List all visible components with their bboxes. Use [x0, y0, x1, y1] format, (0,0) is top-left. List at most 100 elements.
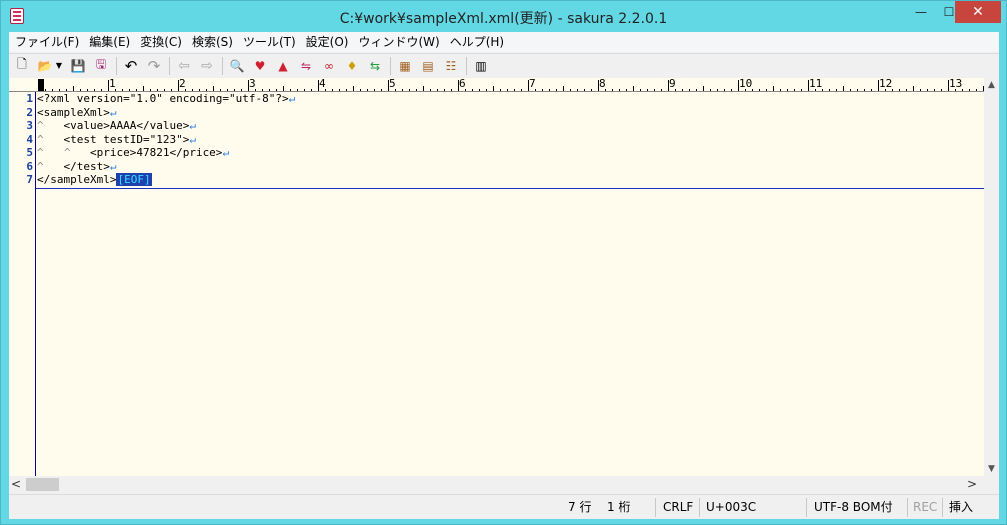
- line-number: 1: [26, 92, 33, 105]
- tab-mark: ^: [64, 146, 71, 159]
- line-number: 7: [26, 173, 33, 186]
- scroll-up-icon[interactable]: ▲: [984, 80, 999, 90]
- bookmark-icon[interactable]: ∞: [319, 56, 339, 76]
- toolbar-separator: [390, 56, 391, 75]
- code-line[interactable]: </sampleXml>[EOF]: [37, 173, 152, 187]
- status-eol[interactable]: CRLF: [663, 495, 693, 519]
- newline-mark: ↵: [189, 119, 196, 132]
- code-text: </sampleXml>: [37, 173, 117, 186]
- app-window: C:¥work¥sampleXml.xml(更新) - sakura 2.2.0…: [0, 0, 1007, 525]
- close-button[interactable]: ✕: [955, 1, 1001, 23]
- cursor-underline: [36, 188, 984, 189]
- menu-window[interactable]: ウィンドウ(W): [354, 32, 445, 52]
- list-icon[interactable]: ▥: [471, 56, 491, 76]
- ruler-label: 6: [459, 78, 466, 90]
- code-line[interactable]: <sampleXml>↵: [37, 106, 116, 120]
- status-encoding[interactable]: UTF-8 BOM付: [814, 495, 893, 519]
- ruler-label: 10: [739, 78, 753, 90]
- newline-mark: ↵: [109, 105, 117, 119]
- status-insert-mode[interactable]: 挿入: [949, 495, 973, 519]
- status-divider: [806, 498, 807, 517]
- forward-icon[interactable]: ⇨: [197, 56, 217, 76]
- eof-marker: [EOF]: [116, 173, 152, 186]
- outline-icon[interactable]: ☷: [441, 56, 461, 76]
- code-text: <sampleXml>: [37, 105, 110, 119]
- open-dropdown-icon[interactable]: ▼: [55, 56, 63, 76]
- title-bar[interactable]: C:¥work¥sampleXml.xml(更新) - sakura 2.2.0…: [1, 1, 1006, 32]
- status-bar: 7 行 1 桁 CRLF U+003C UTF-8 BOM付 REC 挿入: [9, 494, 999, 519]
- search-icon[interactable]: 🔍: [227, 56, 247, 76]
- line-number: 3: [26, 119, 33, 132]
- code-line[interactable]: <?xml version="1.0" encoding="utf-8"?>↵: [37, 92, 295, 106]
- ruler-label: 8: [599, 78, 606, 90]
- code-line[interactable]: ^ <test testID="123">↵: [37, 133, 196, 147]
- replace-icon[interactable]: ⇋: [296, 56, 316, 76]
- toolbar: 🗋 📂 ▼ 💾 🖫 ↶ ↷ ⇦ ⇨ 🔍 ♥ ▲ ⇋ ∞ ♦ ⇆ ▦ ▤ ☷ ▥: [9, 53, 999, 77]
- code-line[interactable]: ^ <value>AAAA</value>↵: [37, 119, 196, 133]
- menu-tools[interactable]: ツール(T): [239, 32, 302, 52]
- scroll-thumb[interactable]: [26, 478, 59, 491]
- ruler-label: 13: [949, 78, 963, 90]
- menu-edit[interactable]: 編集(E): [85, 32, 136, 52]
- scroll-corner: [984, 476, 999, 493]
- scroll-right-icon[interactable]: >: [967, 477, 977, 491]
- search-prev-icon[interactable]: ▲: [273, 56, 293, 76]
- code-text: </test>: [37, 159, 110, 173]
- status-divider: [655, 498, 656, 517]
- code-text: <value>AAAA</value>: [37, 119, 190, 132]
- code-text: <test testID="123">: [37, 132, 190, 146]
- client-area: ファイル(F) 編集(E) 変換(C) 検索(S) ツール(T) 設定(O) ウ…: [9, 32, 999, 519]
- menu-bar: ファイル(F) 編集(E) 変換(C) 検索(S) ツール(T) 設定(O) ウ…: [9, 32, 999, 52]
- minimize-button[interactable]: —: [907, 1, 935, 23]
- save-icon[interactable]: 💾: [68, 56, 88, 76]
- ruler-label: 4: [319, 78, 326, 90]
- toolbar-separator: [222, 56, 223, 75]
- line-number: 2: [26, 105, 33, 119]
- tab-mark: ^: [37, 132, 44, 146]
- code-line[interactable]: ^ ^ <price>47821</price>↵: [37, 146, 229, 160]
- menu-settings[interactable]: 設定(O): [302, 32, 355, 52]
- code-text: <?xml version="1.0" encoding="utf-8"?>: [37, 92, 289, 105]
- menu-convert[interactable]: 変換(C): [136, 32, 188, 52]
- column-ruler: 1 2 3 4 5 6 7 8 9 10 11 12 13: [9, 78, 984, 92]
- vertical-scrollbar[interactable]: ▲ ▼: [984, 78, 999, 476]
- status-rec: REC: [913, 500, 938, 514]
- status-line: 7 行: [568, 500, 592, 514]
- search-next-icon[interactable]: ♥: [250, 56, 270, 76]
- text-editor[interactable]: 1 2 3 4 5 6 7 <?xml version="1.0" encodi…: [9, 92, 984, 476]
- scroll-left-icon[interactable]: <: [11, 477, 21, 491]
- save-all-icon[interactable]: 🖫: [91, 56, 111, 76]
- horizontal-scrollbar[interactable]: < >: [9, 476, 984, 493]
- menu-file[interactable]: ファイル(F): [11, 32, 85, 52]
- undo-icon[interactable]: ↶: [121, 56, 141, 76]
- tag-jump-icon[interactable]: ⇆: [365, 56, 385, 76]
- ruler-label: 12: [879, 78, 893, 90]
- line-number: 4: [26, 132, 33, 146]
- mark-icon[interactable]: ♦: [342, 56, 362, 76]
- line-number-gutter: 1 2 3 4 5 6 7: [9, 92, 36, 476]
- ruler-ticks: [38, 80, 984, 91]
- compare-icon[interactable]: ▤: [418, 56, 438, 76]
- ruler-label: 2: [179, 78, 186, 90]
- window-title: C:¥work¥sampleXml.xml(更新) - sakura 2.2.0…: [339, 11, 668, 27]
- open-folder-icon[interactable]: 📂: [35, 56, 55, 76]
- status-column: 1 桁: [607, 500, 631, 514]
- code-line[interactable]: ^ </test>↵: [37, 160, 116, 174]
- redo-icon[interactable]: ↷: [144, 56, 164, 76]
- menu-help[interactable]: ヘルプ(H): [446, 32, 510, 52]
- ruler-cursor-marker: [38, 79, 44, 91]
- status-divider: [942, 498, 943, 517]
- menu-search[interactable]: 検索(S): [188, 32, 239, 52]
- scroll-down-icon[interactable]: ▼: [984, 464, 999, 474]
- newline-mark: ↵: [189, 132, 196, 146]
- status-char-code: U+003C: [706, 500, 757, 514]
- ruler-label: 11: [809, 78, 823, 90]
- status-divider: [699, 498, 700, 517]
- ruler-label: 9: [669, 78, 676, 90]
- back-icon[interactable]: ⇦: [174, 56, 194, 76]
- grep-icon[interactable]: ▦: [395, 56, 415, 76]
- newline-mark: ↵: [109, 159, 117, 173]
- new-file-icon[interactable]: 🗋: [12, 56, 32, 76]
- ruler-label: 7: [529, 78, 536, 90]
- toolbar-separator: [466, 56, 467, 75]
